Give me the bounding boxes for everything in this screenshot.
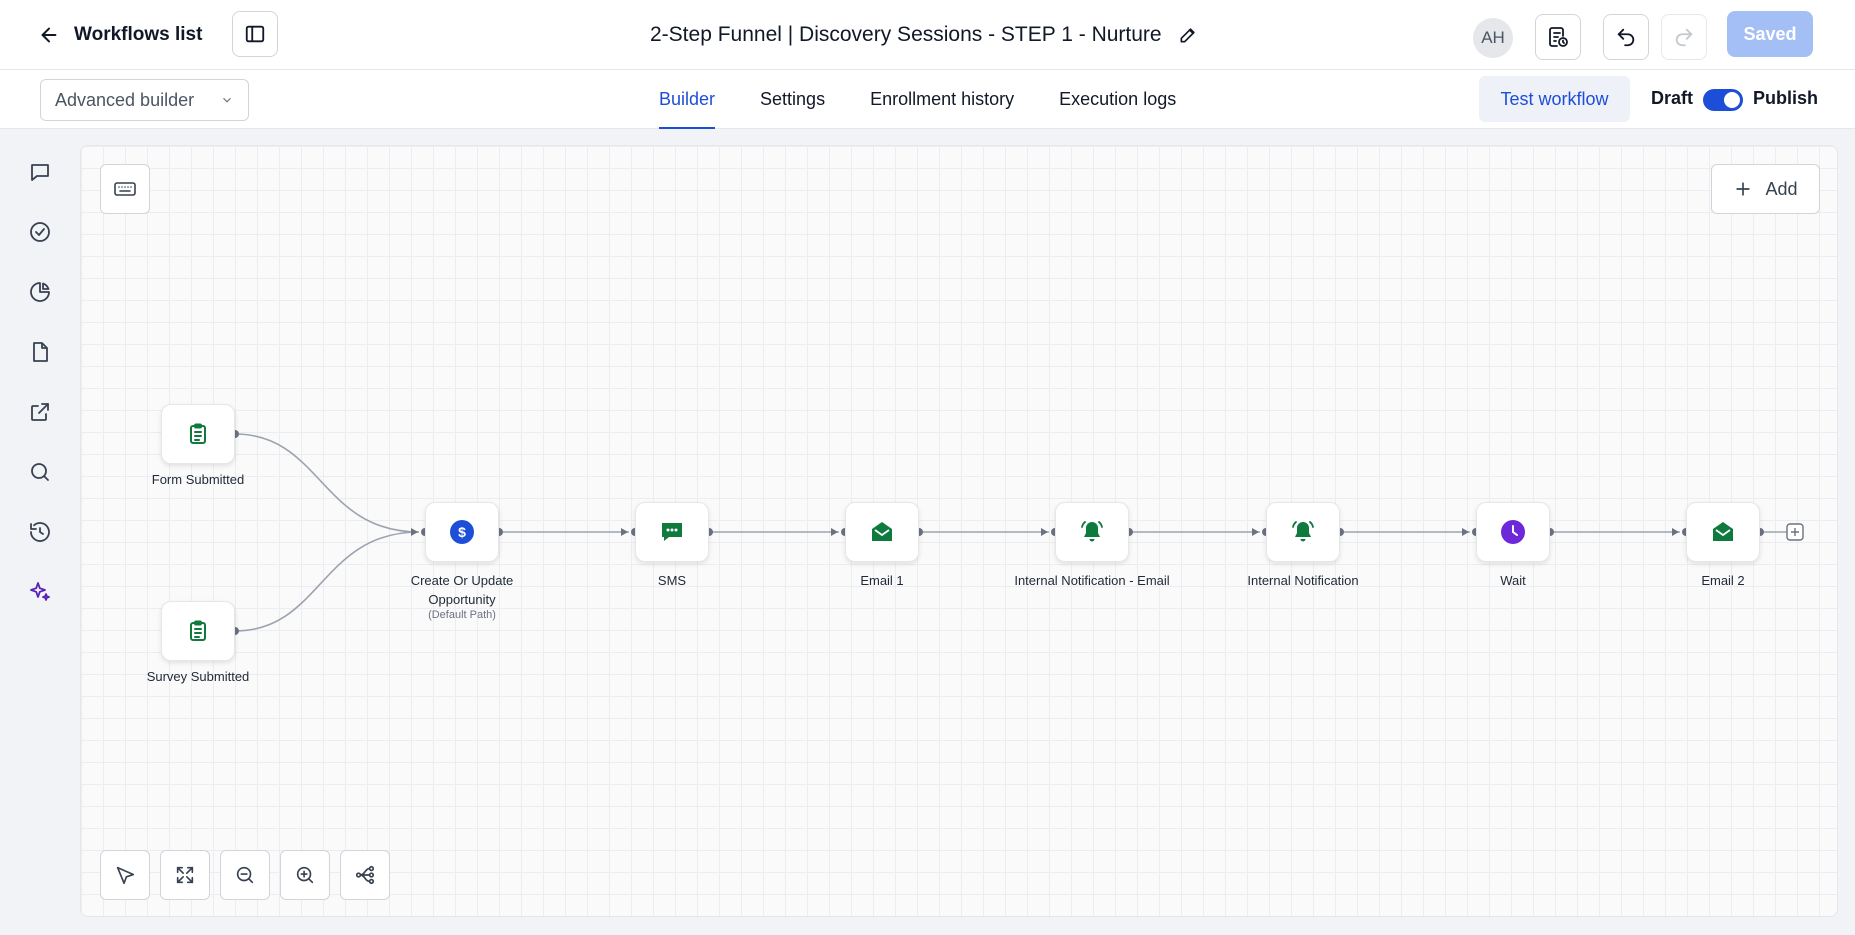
- arrow-head-3: [831, 528, 838, 536]
- auto-layout-button[interactable]: [340, 850, 390, 900]
- sparkles-icon: [30, 582, 50, 601]
- svg-text:$: $: [458, 524, 466, 540]
- action-node-sms[interactable]: [635, 502, 709, 562]
- draft-label: Draft: [1651, 88, 1694, 108]
- action-node-wait[interactable]: [1476, 502, 1550, 562]
- arrow-head-1: [411, 528, 418, 536]
- action-node-email-1[interactable]: [845, 502, 919, 562]
- bell-icon: [1081, 521, 1103, 542]
- version-history-button[interactable]: [1535, 14, 1581, 60]
- email-icon: [872, 522, 892, 541]
- undo-button[interactable]: [1603, 14, 1649, 60]
- clock-icon: [1501, 520, 1525, 544]
- email-icon: [1713, 522, 1733, 541]
- pie-chart-icon: [30, 282, 50, 302]
- select-tool-button[interactable]: [100, 850, 150, 900]
- publish-toggle[interactable]: [1703, 89, 1743, 111]
- zoom-out-button[interactable]: [220, 850, 270, 900]
- action-node-email-2[interactable]: [1686, 502, 1760, 562]
- action-node-internal-notification-email[interactable]: [1055, 502, 1129, 562]
- zoom-out-icon: [236, 866, 254, 884]
- arrow-head-6: [1462, 528, 1469, 536]
- action-label-create-opportunity: Create Or Update Opportunity: [410, 573, 514, 607]
- rail-notes-button[interactable]: [24, 336, 56, 368]
- back-link-label: Workflows list: [74, 24, 203, 45]
- arrow-head-4: [1041, 528, 1048, 536]
- builder-mode-select[interactable]: Advanced builder: [40, 79, 249, 121]
- publish-label: Publish: [1753, 88, 1819, 108]
- action-node-create-opportunity[interactable]: $: [425, 502, 499, 562]
- workflow-title: 2-Step Funnel | Discovery Sessions - STE…: [650, 23, 1162, 46]
- workflow-canvas[interactable]: Add Form Submitted Survey Submitted $ Cr…: [80, 145, 1838, 917]
- arrow-head-2: [621, 528, 628, 536]
- edit-pencil-icon[interactable]: [1178, 25, 1198, 45]
- search-icon: [31, 463, 49, 481]
- action-label-internal-notification-email: Internal Notification - Email: [1014, 573, 1170, 588]
- clipboard-icon: [190, 423, 206, 444]
- user-avatar[interactable]: AH: [1473, 18, 1513, 58]
- action-node-internal-notification[interactable]: [1266, 502, 1340, 562]
- builder-mode-value: Advanced builder: [55, 89, 195, 110]
- bell-icon: [1292, 521, 1314, 542]
- arrow-head-5: [1252, 528, 1259, 536]
- tab-execution-logs[interactable]: Execution logs: [1059, 70, 1176, 129]
- toggle-sidebar-button[interactable]: [232, 11, 278, 57]
- chat-icon: [31, 164, 49, 181]
- sub-bar: Advanced builder Builder Settings Enroll…: [0, 70, 1855, 129]
- rail-comments-button[interactable]: [24, 156, 56, 188]
- rail-status-button[interactable]: [24, 216, 56, 248]
- workflow-tabs: Builder Settings Enrollment history Exec…: [659, 70, 1176, 129]
- history-icon: [30, 522, 50, 542]
- workflow-connectors: [231, 430, 1804, 635]
- chevron-down-icon: [223, 97, 231, 103]
- fit-view-button[interactable]: [160, 850, 210, 900]
- tab-settings[interactable]: Settings: [760, 70, 825, 129]
- left-rail: [0, 130, 80, 935]
- top-bar: Workflows list 2-Step Funnel | Discovery…: [0, 0, 1855, 70]
- rail-share-button[interactable]: [24, 396, 56, 428]
- trigger-node-form-submitted[interactable]: [161, 404, 235, 464]
- action-label-sms: SMS: [657, 573, 687, 588]
- document-clock-icon: [1549, 27, 1568, 47]
- action-label-email-2: Email 2: [1701, 573, 1745, 588]
- trigger-label-survey-submitted: Survey Submitted: [146, 669, 250, 684]
- external-link-icon: [31, 403, 49, 421]
- test-workflow-button[interactable]: Test workflow: [1479, 76, 1630, 122]
- action-label-wait: Wait: [1500, 573, 1526, 588]
- workflow-title-area: 2-Step Funnel | Discovery Sessions - STE…: [650, 20, 1198, 50]
- rail-ai-assistant-button[interactable]: [24, 576, 56, 608]
- rail-search-button[interactable]: [24, 456, 56, 488]
- zoom-in-icon: [296, 866, 314, 884]
- trigger-node-survey-submitted[interactable]: [161, 601, 235, 661]
- clipboard-icon: [190, 620, 206, 641]
- redo-button[interactable]: [1661, 14, 1707, 60]
- action-sublabel-default-path: (Default Path): [428, 609, 496, 621]
- sidebar-panel-icon: [245, 25, 265, 43]
- zoom-in-button[interactable]: [280, 850, 330, 900]
- back-to-workflows-link[interactable]: Workflows list: [38, 20, 202, 50]
- undo-icon: [1617, 28, 1635, 47]
- auto-layout-icon: [355, 865, 375, 885]
- arrow-head-7: [1672, 528, 1679, 536]
- action-label-internal-notification: Internal Notification: [1247, 573, 1359, 588]
- action-label-email-1: Email 1: [860, 573, 904, 588]
- tab-enrollment-history[interactable]: Enrollment history: [870, 70, 1014, 129]
- dollar-icon: $: [450, 520, 474, 544]
- pointer-icon: [116, 866, 135, 885]
- sms-icon: [662, 523, 682, 541]
- fit-view-icon: [176, 866, 194, 884]
- rail-history-button[interactable]: [24, 516, 56, 548]
- tab-builder[interactable]: Builder: [659, 70, 716, 129]
- check-circle-icon: [30, 222, 50, 242]
- trigger-label-form-submitted: Form Submitted: [151, 472, 245, 487]
- arrow-left-icon: [41, 27, 57, 43]
- add-step-end-icon: [1786, 523, 1804, 541]
- document-icon: [33, 342, 48, 362]
- redo-icon: [1675, 28, 1693, 47]
- saved-button[interactable]: Saved: [1727, 11, 1813, 57]
- rail-analytics-button[interactable]: [24, 276, 56, 308]
